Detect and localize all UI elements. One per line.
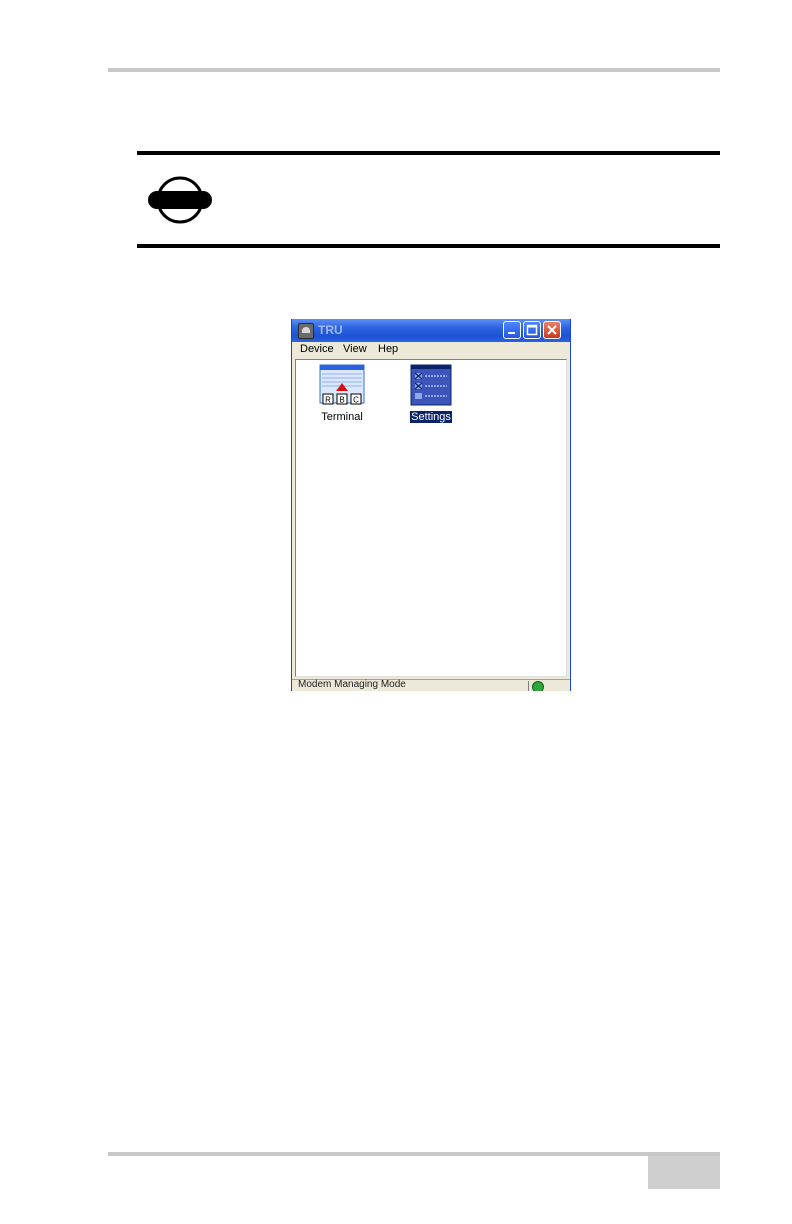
menu-view[interactable]: View [343,343,367,355]
svg-text:C: C [353,396,359,405]
page-number-tab [648,1156,720,1189]
icon-area: R B C Terminal Settings [295,359,567,677]
notice-bottom-rule [137,244,720,248]
close-icon [547,325,557,335]
maximize-icon [526,324,538,336]
svg-text:B: B [339,396,344,405]
minimize-icon [508,332,515,334]
minimize-button[interactable] [503,321,521,339]
notice-icon [148,176,212,224]
title-bar[interactable]: TRU [292,319,570,342]
menu-help[interactable]: Hep [378,343,398,355]
footer-rule [108,1152,720,1156]
globe-connection-icon[interactable] [532,681,544,691]
menu-bar: Device View Hep [292,342,570,358]
header-rule [108,68,720,72]
status-bar: Modem Managing Mode [292,679,570,691]
terminal-abc-icon: R B C [319,364,365,405]
settings-checklist-icon [410,364,452,406]
status-divider [528,681,529,691]
terminal-item[interactable]: R B C Terminal [311,364,373,423]
application-icon[interactable] [298,323,314,339]
application-window: TRU Device View Hep R B C Terminal Setti… [291,319,571,691]
window-title: TRU [318,323,343,337]
settings-label: Settings [409,410,453,424]
menu-device[interactable]: Device [300,343,334,355]
terminal-label: Terminal [321,411,363,423]
close-button[interactable] [543,321,561,339]
status-text: Modem Managing Mode [298,679,406,690]
svg-text:R: R [325,396,331,405]
maximize-button[interactable] [523,321,541,339]
settings-item[interactable]: Settings [400,364,462,424]
notice-top-rule [137,151,720,155]
